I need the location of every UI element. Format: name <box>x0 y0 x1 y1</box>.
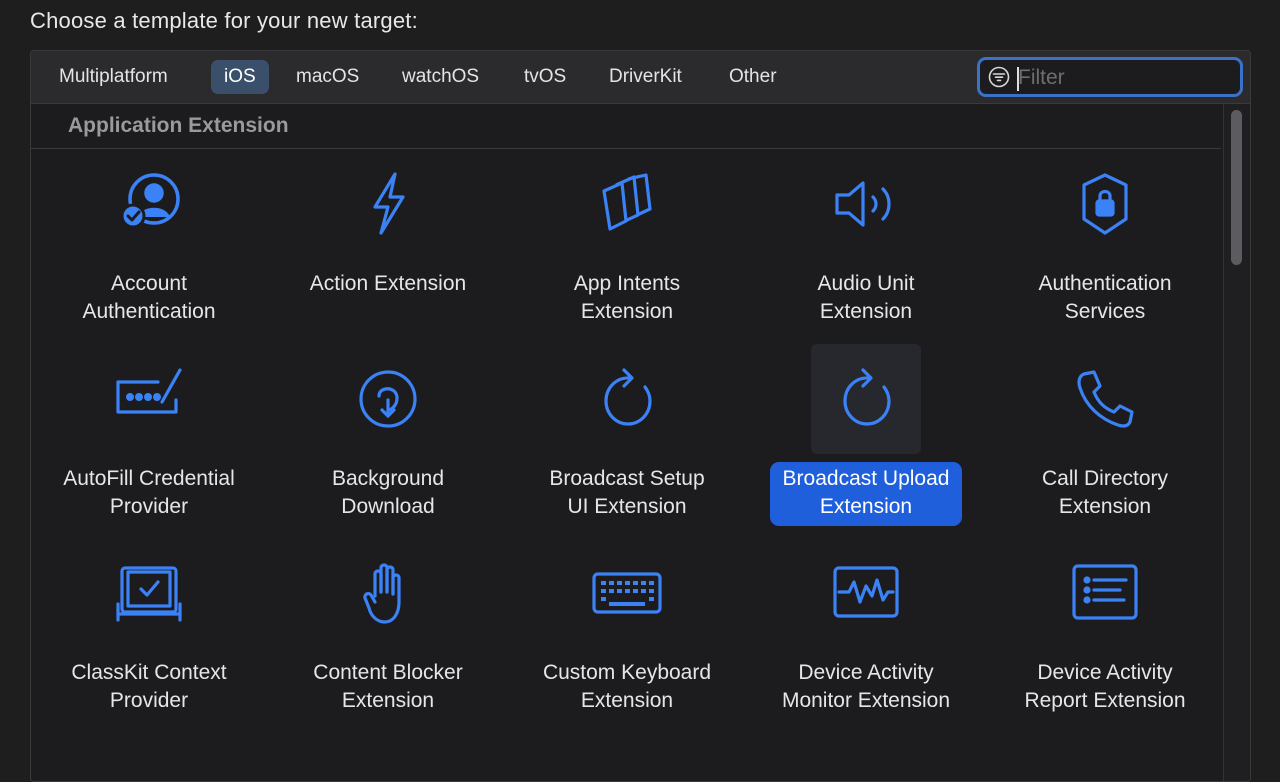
waveform-frame-icon <box>833 566 899 618</box>
template-chooser-panel: Multiplatform iOS macOS watchOS tvOS Dri… <box>30 50 1251 782</box>
tab-ios[interactable]: iOS <box>211 60 269 94</box>
checkbox-frame-icon <box>116 566 182 622</box>
tab-other[interactable]: Other <box>716 60 790 94</box>
refresh-arrow-icon <box>843 368 891 426</box>
list-frame-icon <box>1072 564 1138 620</box>
vertical-scrollbar[interactable] <box>1223 104 1250 781</box>
template-prompt: Choose a template for your new target: <box>30 8 418 33</box>
refresh-arrow-icon <box>604 368 652 426</box>
template-label-selected: Broadcast Upload Extension <box>769 462 963 526</box>
filter-field[interactable] <box>977 57 1243 97</box>
lock-shield-icon <box>1082 173 1128 235</box>
template-label: Background Download <box>331 467 445 518</box>
scrollbar-thumb[interactable] <box>1231 110 1242 265</box>
download-circle-icon <box>359 370 417 428</box>
filter-icon <box>988 66 1010 88</box>
phone-icon <box>1077 370 1134 428</box>
template-label: Authentication Services <box>1038 272 1172 323</box>
tab-macos[interactable]: macOS <box>283 60 372 94</box>
template-label: Account Authentication <box>82 272 216 323</box>
hand-raised-icon <box>363 563 401 624</box>
speaker-wave-icon <box>835 181 891 227</box>
template-label: Audio Unit Extension <box>817 272 915 323</box>
tab-multiplatform[interactable]: Multiplatform <box>46 60 181 94</box>
template-label: Custom Keyboard Extension <box>542 661 712 712</box>
bolt-icon <box>373 172 405 235</box>
tab-watchos[interactable]: watchOS <box>389 60 492 94</box>
template-label: Call Directory Extension <box>1041 467 1169 518</box>
tab-tvos[interactable]: tvOS <box>511 60 579 94</box>
template-label: App Intents Extension <box>573 272 681 323</box>
platform-tab-bar: Multiplatform iOS macOS watchOS tvOS Dri… <box>31 51 1250 104</box>
keyboard-icon <box>592 572 662 614</box>
template-label: Device Activity Monitor Extension <box>781 661 951 712</box>
template-label: Action Extension <box>309 272 467 295</box>
tab-driverkit[interactable]: DriverKit <box>596 60 695 94</box>
filter-input[interactable] <box>1018 64 1228 92</box>
template-label: Content Blocker Extension <box>313 661 463 712</box>
section-header: Application Extension <box>31 104 1221 149</box>
template-label: ClassKit Context Provider <box>71 661 227 712</box>
section-title: Application Extension <box>68 114 289 137</box>
template-label: AutoFill Credential Provider <box>63 467 235 518</box>
template-label: Broadcast Setup UI Extension <box>549 467 705 518</box>
template-label: Device Activity Report Extension <box>1024 661 1186 712</box>
app-intents-icon <box>602 173 652 231</box>
person-checkmark-icon <box>120 173 180 229</box>
password-field-icon <box>116 368 182 414</box>
